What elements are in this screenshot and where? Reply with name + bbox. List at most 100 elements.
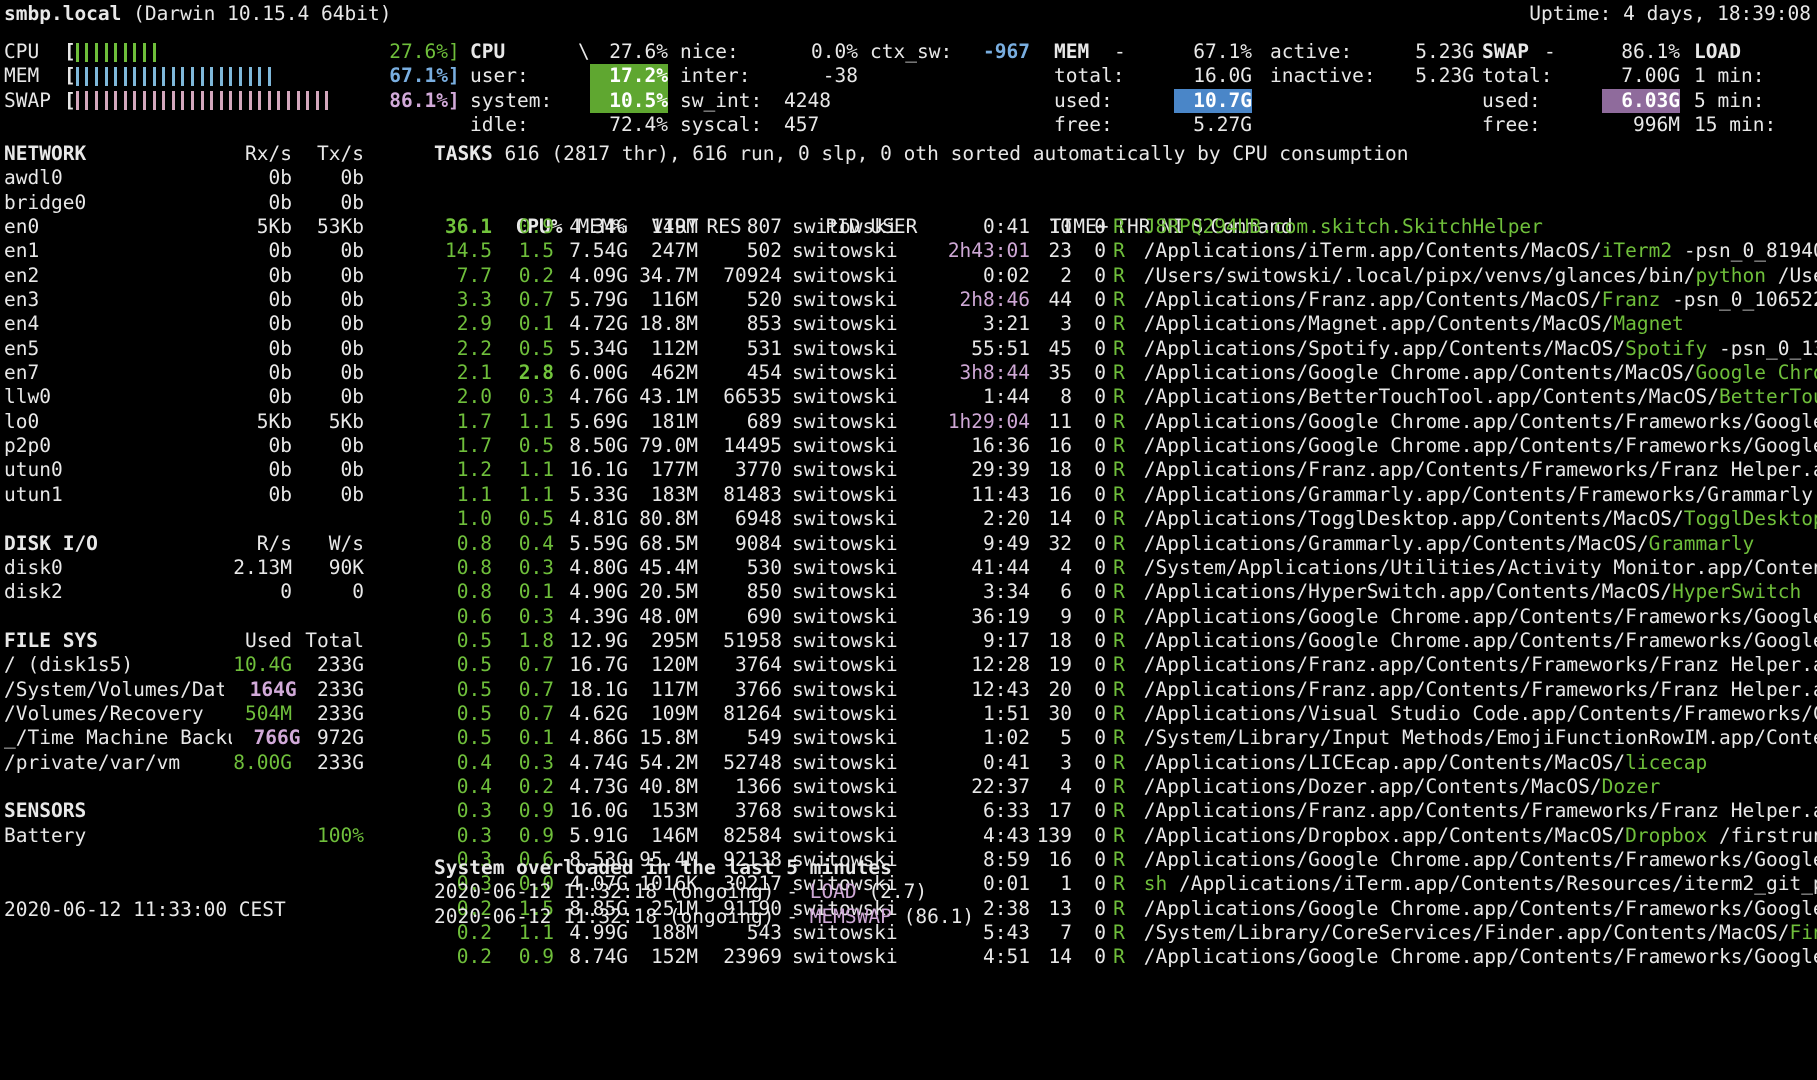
process-row[interactable]: 0.40.24.73G40.8M1366switowski22:3740R /A…: [434, 775, 1817, 799]
filesys-row[interactable]: _/Time Machine Backups766G972G: [4, 726, 364, 750]
network-row[interactable]: en70b0b: [4, 361, 364, 385]
process-row[interactable]: 0.40.34.74G54.2M52748switowski0:4130R /A…: [434, 751, 1817, 775]
process-ni-value: 0: [1072, 678, 1106, 702]
process-row[interactable]: 1.71.15.69G181M689switowski1h29:04110R /…: [434, 410, 1817, 434]
process-time-value: 6:33: [926, 799, 1030, 823]
process-pid-value: 3766: [698, 678, 782, 702]
sensors-row[interactable]: Battery100%: [4, 824, 364, 848]
process-row[interactable]: 0.80.45.59G68.5M9084switowski9:49320R /A…: [434, 532, 1817, 556]
process-command-path: /System/Library/Input Methods/EmojiFunct…: [1144, 726, 1817, 749]
network-row[interactable]: awdl00b0b: [4, 166, 364, 190]
network-row[interactable]: en05Kb53Kb: [4, 215, 364, 239]
disk-write-value: 90K: [292, 556, 364, 580]
process-pid-value: 81264: [698, 702, 782, 726]
network-row[interactable]: en50b0b: [4, 337, 364, 361]
process-row[interactable]: 2.00.34.76G43.1M66535switowski1:4480R /A…: [434, 385, 1817, 409]
process-row[interactable]: 2.12.86.00G462M454switowski3h8:44350R /A…: [434, 361, 1817, 385]
process-virt-value: 4.73G: [554, 775, 628, 799]
process-mem-value: 0.1: [492, 312, 554, 336]
process-user-value: switowski: [782, 312, 926, 336]
process-time-value: 0:41: [926, 215, 1030, 239]
bar-tick: [191, 91, 194, 110]
network-rx-value: 0b: [214, 166, 292, 190]
process-state-value: R: [1106, 264, 1132, 288]
process-row[interactable]: 0.30.916.0G153M3768switowski6:33170R /Ap…: [434, 799, 1817, 823]
process-command-path: /Applications/Magnet.app/Contents/MacOS/: [1144, 312, 1614, 335]
process-virt-value: 12.9G: [554, 629, 628, 653]
network-row[interactable]: utun00b0b: [4, 458, 364, 482]
process-row[interactable]: 0.50.74.62G109M81264switowski1:51300R /A…: [434, 702, 1817, 726]
process-mem-value: 0.7: [492, 653, 554, 677]
disk-name: disk2: [4, 580, 214, 604]
process-row[interactable]: 0.50.718.1G117M3766switowski12:43200R /A…: [434, 678, 1817, 702]
process-row[interactable]: 0.60.34.39G48.0M690switowski36:1990R /Ap…: [434, 605, 1817, 629]
process-command-path: /Applications/Grammarly.app/Contents/Fra…: [1144, 483, 1817, 506]
process-command-path: /Applications/Franz.app/Contents/Framewo…: [1144, 653, 1817, 676]
process-row[interactable]: 0.50.716.7G120M3764switowski12:28190R /A…: [434, 653, 1817, 677]
process-command-name: TogglDesktop: [1684, 507, 1817, 530]
bar-tick: [258, 67, 261, 86]
swap-used-line: used:6.03G: [1482, 89, 1680, 113]
diskio-row[interactable]: disk200: [4, 580, 364, 604]
network-row[interactable]: en40b0b: [4, 312, 364, 336]
process-row[interactable]: 0.30.95.91G146M82584switowski4:431390R /…: [434, 824, 1817, 848]
process-row[interactable]: 0.20.98.74G152M23969switowski4:51140R /A…: [434, 945, 1817, 969]
process-row[interactable]: 3.30.75.79G116M520switowski2h8:46440R /A…: [434, 288, 1817, 312]
filesys-row[interactable]: /private/var/vm8.00G233G: [4, 751, 364, 775]
process-cpu-value: 0.8: [434, 556, 492, 580]
network-row[interactable]: lo05Kb5Kb: [4, 410, 364, 434]
process-row[interactable]: 1.11.15.33G183M81483switowski11:43160R /…: [434, 483, 1817, 507]
process-ni-value: 0: [1072, 483, 1106, 507]
alert-metric: MEMSWAP: [810, 905, 892, 928]
process-row[interactable]: 0.50.14.86G15.8M549switowski1:0250R /Sys…: [434, 726, 1817, 750]
process-ni-value: 0: [1072, 507, 1106, 531]
process-state-value: R: [1106, 483, 1132, 507]
process-row[interactable]: 0.51.812.9G295M51958switowski9:17180R /A…: [434, 629, 1817, 653]
network-row[interactable]: utun10b0b: [4, 483, 364, 507]
filesystem-used-value: 8.00G: [214, 751, 292, 775]
process-row[interactable]: 0.80.14.90G20.5M850switowski3:3460R /App…: [434, 580, 1817, 604]
cpu-system-line: system:10.5%: [470, 89, 668, 113]
process-res-value: 247M: [628, 239, 698, 263]
network-interface-name: p2p0: [4, 434, 214, 458]
filesys-row[interactable]: /Volumes/Recovery504M233G: [4, 702, 364, 726]
process-row[interactable]: 7.70.24.09G34.7M70924switowski0:0220R /U…: [434, 264, 1817, 288]
network-row[interactable]: bridge00b0b: [4, 191, 364, 215]
process-row[interactable]: 1.21.116.1G177M3770switowski29:39180R /A…: [434, 458, 1817, 482]
network-interface-name: en7: [4, 361, 214, 385]
process-command-path: /Applications/Google Chrome.app/Contents…: [1144, 410, 1817, 433]
process-state-value: R: [1106, 556, 1132, 580]
diskio-col2-header: W/s: [292, 532, 364, 556]
network-row[interactable]: p2p00b0b: [4, 434, 364, 458]
cpu-idle-label: idle:: [470, 113, 590, 137]
process-row[interactable]: 36.10.94.34G149M807switowski0:41100R J8R…: [434, 215, 1817, 239]
process-mem-value: 0.7: [492, 288, 554, 312]
filesys-row[interactable]: / (disk1s5)10.4G233G: [4, 653, 364, 677]
process-user-value: switowski: [782, 264, 926, 288]
bar-tick: [162, 67, 165, 86]
process-command: /Applications/Grammarly.app/Contents/Mac…: [1132, 532, 1754, 556]
process-row[interactable]: 2.20.55.34G112M531switowski55:51450R /Ap…: [434, 337, 1817, 361]
load-5min-label: 5 min:: [1694, 89, 1817, 113]
cpu-total-value: 27.6%: [590, 40, 668, 64]
bar-tick: [172, 91, 175, 110]
process-row[interactable]: 14.51.57.54G247M502switowski2h43:01230R …: [434, 239, 1817, 263]
bar-tick: [249, 91, 252, 110]
network-row[interactable]: en20b0b: [4, 264, 364, 288]
process-row[interactable]: 2.90.14.72G18.8M853switowski3:2130R /App…: [434, 312, 1817, 336]
network-row[interactable]: llw00b0b: [4, 385, 364, 409]
diskio-row[interactable]: disk02.13M90K: [4, 556, 364, 580]
network-row[interactable]: en30b0b: [4, 288, 364, 312]
process-user-value: switowski: [782, 385, 926, 409]
process-pid-value: 3764: [698, 653, 782, 677]
process-row[interactable]: 0.80.34.80G45.4M530switowski41:4440R /Sy…: [434, 556, 1817, 580]
filesys-row[interactable]: /System/Volumes/Data164G233G: [4, 678, 364, 702]
network-row[interactable]: en10b0b: [4, 239, 364, 263]
process-row[interactable]: 1.70.58.50G79.0M14495switowski16:36160R …: [434, 434, 1817, 458]
glances-terminal-screen: smbp.local (Darwin 10.15.4 64bit) Uptime…: [0, 0, 1817, 1080]
cpu-swint-line: sw_int:4248: [680, 89, 864, 113]
process-state-value: R: [1106, 678, 1132, 702]
process-thr-value: 30: [1030, 702, 1072, 726]
process-res-value: 177M: [628, 458, 698, 482]
process-row[interactable]: 1.00.54.81G80.8M6948switowski2:20140R /A…: [434, 507, 1817, 531]
